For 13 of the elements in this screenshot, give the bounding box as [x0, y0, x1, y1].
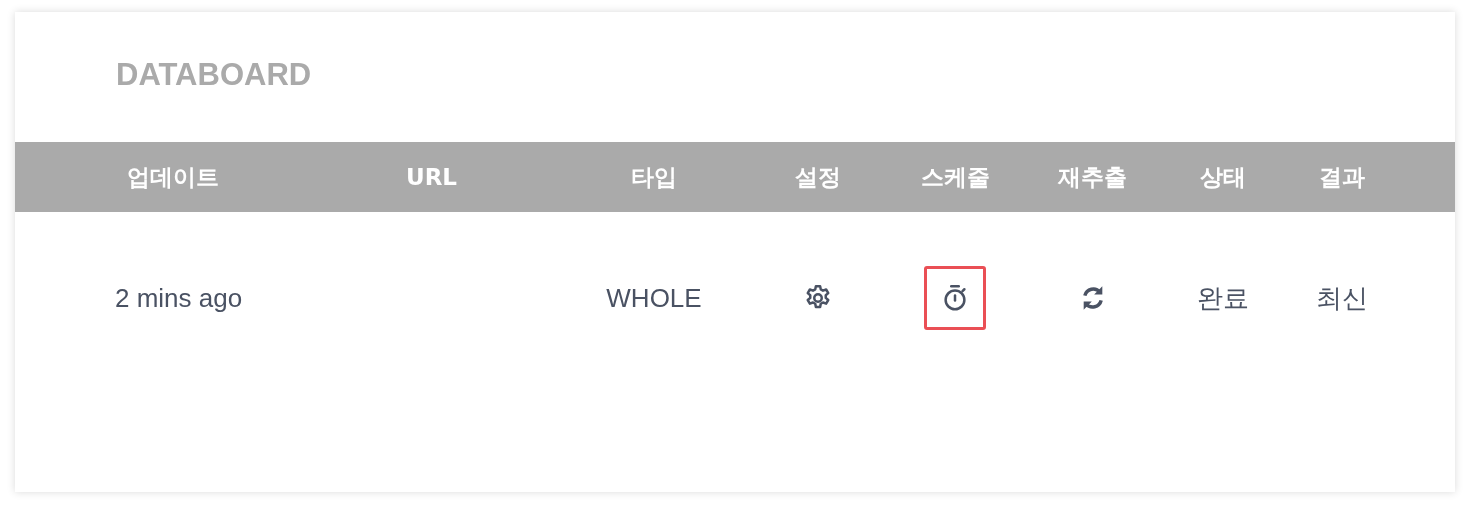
- table-cell-text: 최신: [1316, 281, 1368, 315]
- column-header: 업데이트: [127, 162, 219, 192]
- column-header: 타입: [631, 162, 677, 192]
- column-header: 스케줄: [920, 162, 990, 192]
- app-title: DATABOARD: [115, 56, 313, 94]
- column-header: 재추출: [1058, 162, 1127, 192]
- column-header: 설정: [795, 162, 841, 192]
- column-header: 상태: [1199, 162, 1246, 192]
- table-cell: 2 mins ago: [115, 282, 243, 314]
- column-header: URL: [405, 164, 457, 190]
- column-header: 결과: [1319, 162, 1365, 192]
- table-cell: WHOLE: [606, 282, 702, 314]
- table-cell-text: 완료: [1196, 281, 1249, 315]
